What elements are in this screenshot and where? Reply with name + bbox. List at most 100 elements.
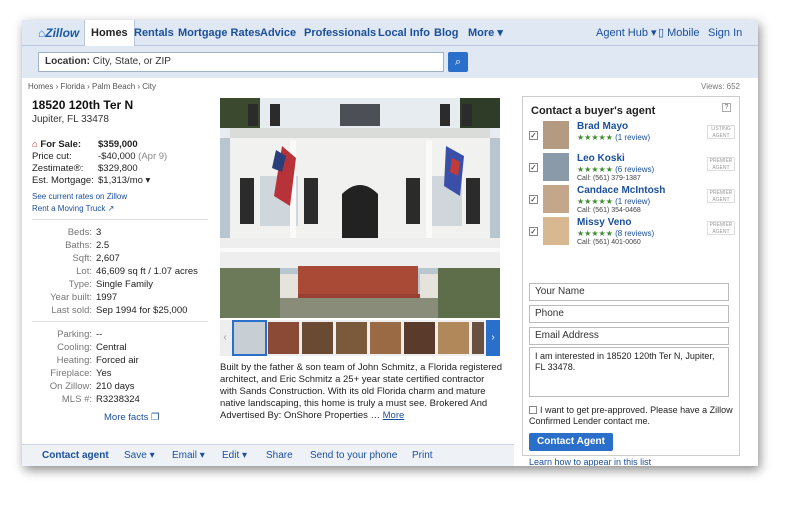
price-cut-value: -$40,000 [98,151,136,162]
edit-menu[interactable]: Edit ▾ [222,445,247,466]
email-field[interactable]: Email Address [529,327,729,345]
main-photo[interactable] [220,98,500,318]
learn-appear-link[interactable]: Learn how to appear in this list [529,457,651,466]
phone-field[interactable]: Phone [529,305,729,323]
agent-name[interactable]: Leo Koski [577,153,625,164]
listing-address: 18520 120th Ter N [32,98,134,112]
contact-agent-panel: Contact a buyer's agent ? ✓ Brad Mayo ★★… [522,96,740,466]
views-count: Views: 652 [701,82,740,91]
search-icon: ⌕ [454,56,462,68]
house-photo-illustration [220,98,500,318]
agent-rating: ★★★★★ (1 review) [577,197,651,206]
description-more-link[interactable]: More [383,410,405,421]
agent-name[interactable]: Missy Veno [577,217,631,228]
nav-tab-professionals[interactable]: Professionals [298,20,382,46]
agent-checkbox[interactable]: ✓ [529,227,538,236]
agent-name[interactable]: Candace McIntosh [577,185,665,196]
agent-photo [543,185,569,213]
search-button[interactable]: ⌕ [448,52,468,72]
for-sale-price: $359,000 [98,139,138,150]
location-bar: Location: City, State, or ZIP ⌕ [22,46,758,78]
agent-rating: ★★★★★ (6 reviews) [577,165,655,174]
agent-checkbox[interactable]: ✓ [529,195,538,204]
agent-badge: PREMIER AGENT [707,157,735,171]
fact-row: Last sold: Sep 1994 for $25,000 [51,305,188,316]
agent-badge: PREMIER AGENT [707,221,735,235]
panel-title: Contact a buyer's agent [531,105,656,117]
preapproval-checkbox[interactable] [529,406,537,414]
location-input[interactable]: Location: City, State, or ZIP [38,52,444,72]
agent-hub-menu[interactable]: Agent Hub ▾ [596,20,657,46]
photo-thumbnail[interactable] [232,320,267,356]
zillow-listing-page: ⌂Zillow Homes Rentals Mortgage Rates Adv… [22,20,758,466]
preapproval-option[interactable]: I want to get pre-approved. Please have … [529,405,735,427]
agent-phone: Call: (561) 354-0468 [577,207,641,214]
listing-info: 18520 120th Ter N Jupiter, FL 33478 ⌂ Fo… [32,98,212,423]
mortgage-dropdown[interactable]: $1,313/mo ▾ [98,175,150,186]
zillow-logo[interactable]: ⌂Zillow [38,26,79,40]
fact-row: Baths: 2.5 [65,240,110,251]
photo-thumbnail[interactable] [404,322,435,354]
divider [32,321,208,322]
agent-phone: Call: (561) 379-1387 [577,175,641,182]
top-nav: ⌂Zillow Homes Rentals Mortgage Rates Adv… [22,20,758,47]
listing-description: Built by the father & son team of John S… [220,362,502,421]
save-menu[interactable]: Save ▾ [124,445,155,466]
photo-thumbnail[interactable] [336,322,367,354]
listing-action-bar: Contact agent Save ▾ Email ▾ Edit ▾ Shar… [22,444,514,466]
contact-agent-button[interactable]: Contact Agent [529,433,613,451]
moving-truck-link[interactable]: Rent a Moving Truck ↗ [32,203,212,215]
send-to-phone-button[interactable]: Send to your phone [310,445,397,466]
photo-thumbnail[interactable] [302,322,333,354]
contact-agent-tab[interactable]: Contact agent [42,445,109,466]
message-textarea[interactable]: I am interested in 18520 120th Ter N, Ju… [529,347,729,397]
agent-name[interactable]: Brad Mayo [577,121,628,132]
share-button[interactable]: Share [266,445,293,466]
popup-icon: ❐ [151,412,160,423]
photo-thumbnail[interactable] [268,322,299,354]
mobile-link[interactable]: ▯ Mobile [658,20,700,46]
phone-icon: ▯ [658,27,665,39]
agent-rating: ★★★★★ (8 reviews) [577,229,655,238]
current-rates-link[interactable]: See current rates on Zillow [32,191,212,203]
agent-card: ✓ Brad Mayo ★★★★★ (1 review) LISTING AGE… [529,121,735,153]
thumbnail-prev-button[interactable]: ‹ [220,320,230,356]
help-icon[interactable]: ? [722,103,731,112]
breadcrumb[interactable]: Homes › Florida › Palm Beach › City [28,82,156,91]
fact-row: On Zillow: 210 days [49,381,135,392]
fact-row: Parking: -- [57,329,103,340]
agent-checkbox[interactable]: ✓ [529,131,538,140]
email-menu[interactable]: Email ▾ [172,445,205,466]
photo-thumbnail[interactable] [370,322,401,354]
nav-tab-local-info[interactable]: Local Info [372,20,436,46]
agent-rating: ★★★★★ (1 review) [577,133,651,142]
thumbnail-next-button[interactable]: › [486,320,500,356]
agent-card: ✓ Leo Koski ★★★★★ (6 reviews) Call: (561… [529,153,735,185]
fact-row: Lot: 46,609 sq ft / 1.07 acres [76,266,198,277]
house-icon: ⌂ [32,139,38,150]
nav-tab-blog[interactable]: Blog [428,20,464,46]
fact-row: Cooling: Central [57,342,127,353]
photo-thumbnail[interactable] [438,322,469,354]
name-field[interactable]: Your Name [529,283,729,301]
nav-tab-mortgage-rates[interactable]: Mortgage Rates [172,20,267,46]
agent-card: ✓ Missy Veno ★★★★★ (8 reviews) Call: (56… [529,217,735,249]
photo-thumbnail-strip: ‹ › [220,320,500,356]
agent-photo [543,121,569,149]
print-button[interactable]: Print [412,445,433,466]
fact-row: Sqft: 2,607 [72,253,120,264]
fact-row: Year built: 1997 [50,292,118,303]
nav-tab-more[interactable]: More ▾ [462,20,509,46]
fact-row: MLS #: R3238324 [61,394,140,405]
facts-list-secondary: Parking: -- Cooling: Central Heating: Force… [32,328,212,406]
agent-checkbox[interactable]: ✓ [529,163,538,172]
nav-tab-advice[interactable]: Advice [254,20,302,46]
photo-thumbnail[interactable] [472,322,484,354]
more-facts-link[interactable]: More facts ❐ [104,412,212,423]
agent-photo [543,153,569,181]
zestimate-value: $329,800 [98,163,138,174]
sign-in-link[interactable]: Sign In [708,20,742,46]
agent-badge: LISTING AGENT [707,125,735,139]
facts-list: Beds: 3 Baths: 2.5 Sqft: 2,607 Lot: 46,609 s… [32,226,212,317]
fact-row: Beds: 3 [67,227,102,238]
